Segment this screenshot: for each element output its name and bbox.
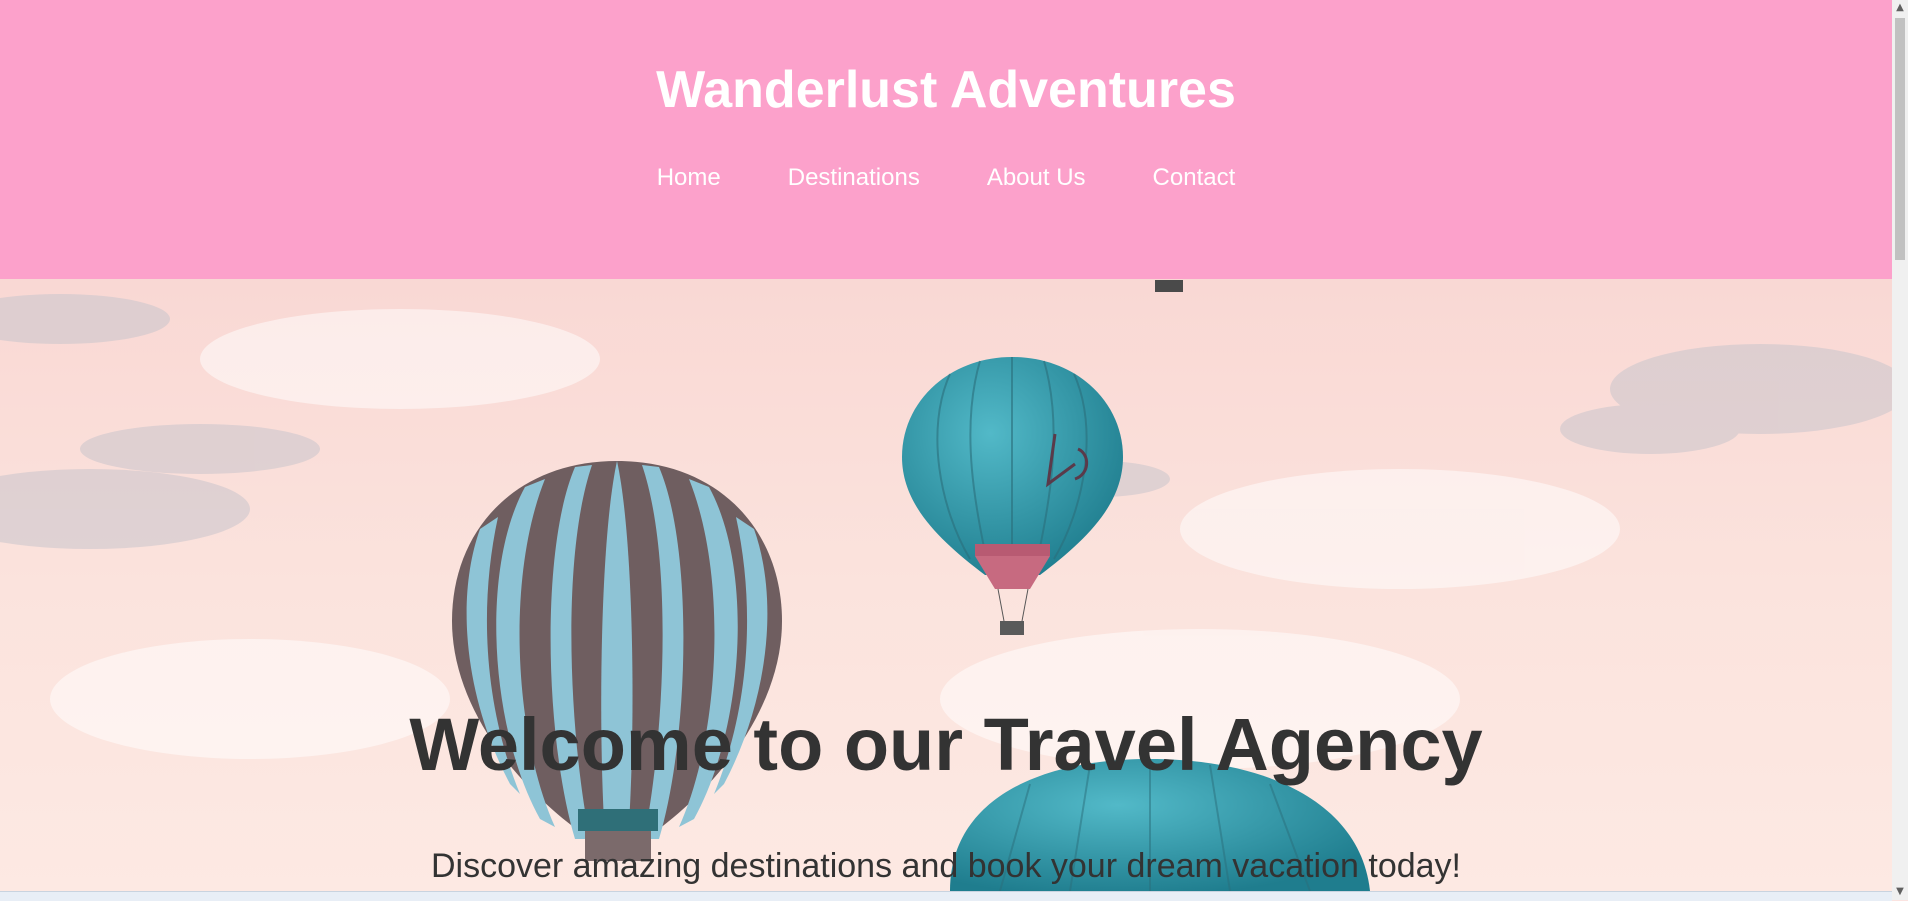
scroll-up-icon[interactable]: ▲ (1892, 0, 1908, 16)
hero-heading: Welcome to our Travel Agency (409, 703, 1483, 786)
hero-background-image (0, 279, 1892, 891)
hero-section: Welcome to our Travel Agency Discover am… (0, 279, 1892, 891)
hero-subtitle: Discover amazing destinations and book y… (430, 847, 1461, 885)
nav-link-home[interactable]: Home (657, 164, 721, 192)
main-nav: Home Destinations About Us Contact (0, 164, 1892, 192)
site-title: Wanderlust Adventures (656, 61, 1236, 119)
nav-link-about-us[interactable]: About Us (987, 164, 1086, 192)
nav-link-destinations[interactable]: Destinations (788, 164, 920, 192)
scrollbar-thumb[interactable] (1895, 18, 1905, 260)
vertical-scrollbar[interactable]: ▲ ▼ (1892, 0, 1908, 900)
nav-link-contact[interactable]: Contact (1153, 164, 1236, 192)
site-header: Wanderlust Adventures Home Destinations … (0, 0, 1892, 279)
scroll-down-icon[interactable]: ▼ (1892, 884, 1908, 900)
